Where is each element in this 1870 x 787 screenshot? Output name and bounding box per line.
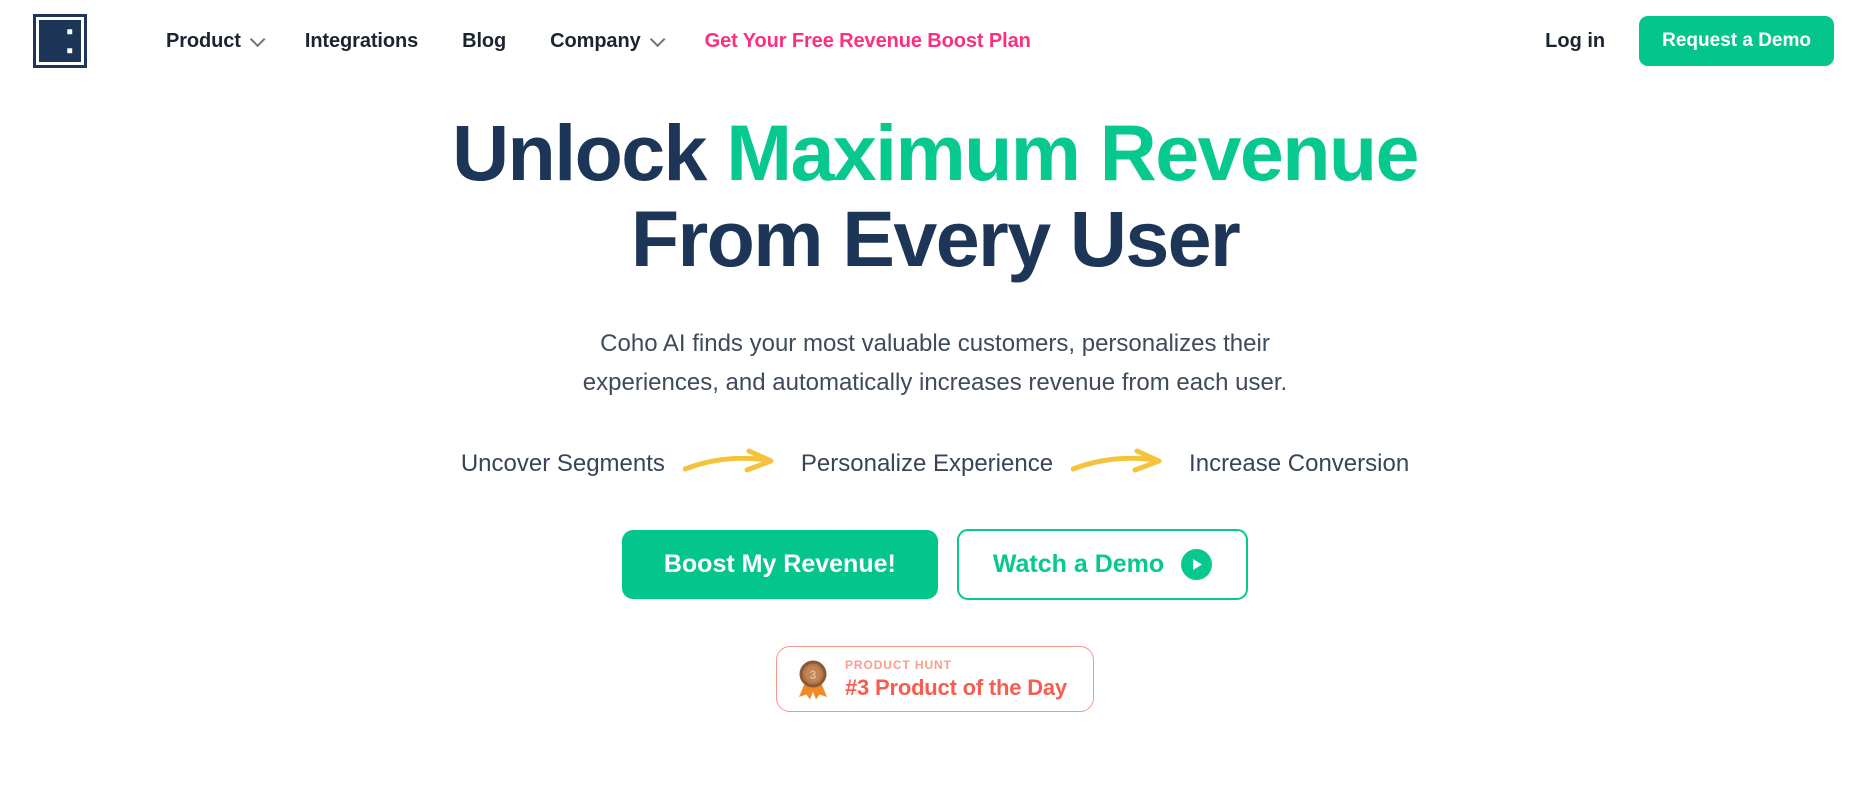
nav-item-revenue-boost-plan[interactable]: Get Your Free Revenue Boost Plan — [705, 30, 1031, 53]
nav-item-blog-label: Blog — [462, 29, 507, 52]
chevron-down-icon — [649, 31, 666, 47]
nav-item-blog[interactable]: Blog — [462, 30, 506, 53]
page-title: Unlock Maximum Revenue From Every User — [0, 110, 1870, 282]
headline-line1-plain: Unlock — [452, 108, 727, 197]
product-hunt-kicker: PRODUCT HUNT — [845, 658, 952, 672]
medal-rank-number: 3 — [810, 668, 817, 682]
nav-item-integrations[interactable]: Integrations — [305, 30, 418, 53]
request-demo-button[interactable]: Request a Demo — [1639, 16, 1834, 66]
nav-item-product[interactable]: Product — [166, 29, 266, 53]
step-personalize-experience: Personalize Experience — [800, 450, 1054, 477]
nav-item-company[interactable]: Company — [550, 29, 666, 53]
nav-item-integrations-label: Integrations — [304, 29, 419, 52]
coho-square-logo[interactable] — [33, 14, 87, 68]
subhead-line-2: experiences, and automatically increases… — [582, 369, 1288, 396]
product-hunt-text: PRODUCT HUNT #3 Product of the Day — [845, 659, 1067, 699]
hero-subheadline: Coho AI finds your most valuable custome… — [530, 324, 1340, 402]
play-circle-icon — [1181, 549, 1213, 580]
boost-my-revenue-button[interactable]: Boost My Revenue! — [621, 530, 938, 599]
nav-item-company-label: Company — [550, 29, 641, 52]
product-hunt-badge[interactable]: 3 PRODUCT HUNT #3 Product of the Day — [776, 646, 1094, 712]
logo-letter-o-icon — [61, 42, 77, 58]
nav-item-product-label: Product — [166, 29, 241, 52]
curved-arrow-right-icon — [1071, 448, 1162, 473]
logo-letter-o-icon — [61, 24, 77, 40]
watch-a-demo-button[interactable]: Watch a Demo — [956, 529, 1249, 600]
login-link[interactable]: Log in — [1545, 30, 1605, 53]
site-header: Product Integrations Blog Company Get Yo… — [0, 0, 1870, 82]
chevron-down-icon — [249, 31, 266, 47]
bronze-medal-icon: 3 — [799, 660, 828, 700]
curved-arrow-right-icon — [682, 448, 774, 473]
step-increase-conversion: Increase Conversion — [1189, 450, 1410, 477]
logo-cell-o1 — [61, 24, 77, 40]
header-actions: Log in Request a Demo — [1545, 16, 1834, 66]
headline-line2: From Every User — [630, 194, 1241, 283]
logo-letter-h-icon — [43, 42, 59, 58]
play-triangle-icon — [1192, 559, 1202, 570]
logo-letter-c-icon — [43, 24, 59, 40]
process-steps: Uncover Segments Personalize Experience … — [0, 447, 1870, 481]
step-uncover-segments: Uncover Segments — [460, 450, 665, 477]
headline-line1-accent: Maximum Revenue — [726, 108, 1419, 197]
logo-cell-c — [43, 24, 59, 40]
primary-navigation: Product Integrations Blog Company Get Yo… — [166, 30, 1031, 53]
logo-cell-o2 — [61, 42, 77, 58]
subhead-line-1: Coho AI finds your most valuable custome… — [600, 330, 1270, 357]
logo-cell-h — [43, 42, 59, 58]
product-hunt-badge-wrapper: 3 PRODUCT HUNT #3 Product of the Day — [0, 646, 1870, 712]
watch-a-demo-label: Watch a Demo — [992, 550, 1165, 578]
cta-button-group: Boost My Revenue! Watch a Demo — [0, 529, 1870, 600]
hero-section: Unlock Maximum Revenue From Every User C… — [0, 82, 1870, 712]
product-hunt-title: #3 Product of the Day — [845, 675, 1067, 700]
